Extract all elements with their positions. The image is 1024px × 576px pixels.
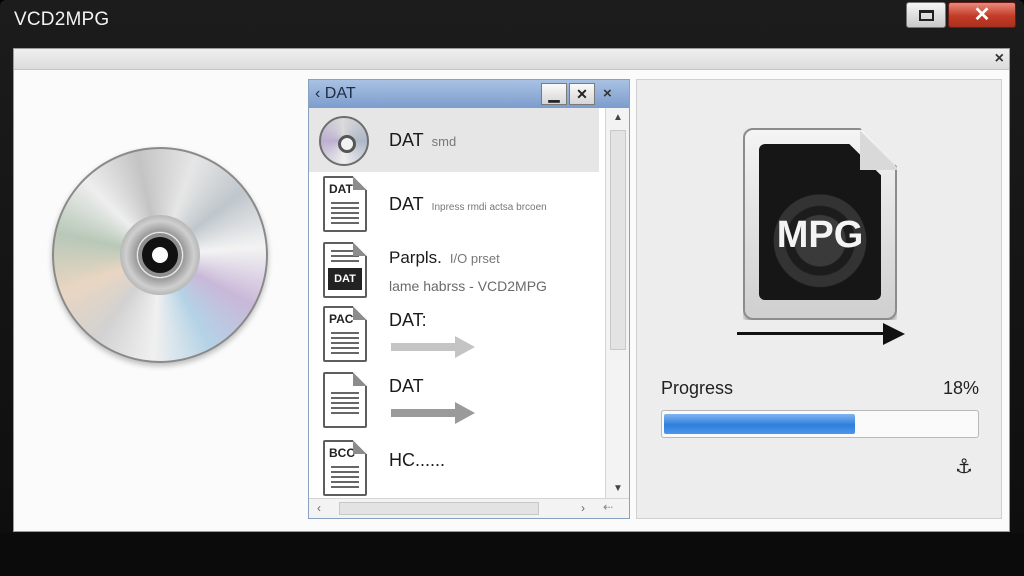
mpg-file-icon: MPG (743, 128, 897, 320)
convert-arrow-icon (737, 323, 909, 345)
close-button[interactable]: ✕ (948, 2, 1016, 28)
client-area: × ‹ DAT ▁ ✕ × DAT smd DAT DAT Inpress rm… (13, 48, 1010, 532)
bcc-file-icon: BCC (323, 440, 367, 496)
dat-dark-file-icon: DAT (323, 242, 367, 298)
maximize-button[interactable] (906, 2, 946, 28)
file-tag: BCC (329, 446, 355, 460)
vcd-disc-icon (52, 147, 268, 363)
client-toolbar: × (14, 49, 1009, 70)
converter-panel: MPG Progress 18% ⚓︎ (636, 79, 1002, 519)
window-title: VCD2MPG (14, 9, 110, 30)
progress-bar (661, 410, 979, 438)
list-item-title: HC...... (389, 450, 446, 470)
list-item[interactable]: DAT DAT Inpress rmdi actsa brcoen (309, 172, 599, 236)
scroll-left-icon[interactable]: ‹ (317, 501, 321, 515)
file-list-titlebar: ‹ DAT ▁ ✕ × (309, 80, 629, 108)
file-lines (331, 202, 359, 224)
horizontal-scroll-thumb[interactable] (339, 502, 539, 515)
scroll-right-icon[interactable]: › (581, 501, 585, 515)
file-list-window: ‹ DAT ▁ ✕ × DAT smd DAT DAT Inpress rmdi a… (308, 79, 630, 519)
file-tag: PAC (329, 312, 354, 326)
list-item[interactable]: DAT (309, 366, 599, 430)
disc-icon (319, 116, 369, 166)
pac-file-icon: PAC (323, 306, 367, 362)
list-item-title: Parpls. (389, 248, 442, 267)
vertical-scrollbar[interactable]: ▲ ▼ (605, 108, 629, 498)
list-item-subtitle: smd (431, 134, 457, 149)
disc-hole (152, 247, 168, 263)
file-lines (331, 250, 359, 262)
app-window: VCD2MPG ✕ × ‹ DAT ▁ ✕ × DAT smd DAT DAT … (0, 0, 1024, 576)
client-close-button[interactable]: × (995, 50, 1004, 68)
list-item-title: DAT (389, 194, 424, 214)
mpg-file-fold (860, 130, 897, 170)
file-lines (331, 392, 359, 414)
list-item[interactable]: BCC HC...... (309, 432, 599, 498)
mpg-label: MPG (776, 214, 864, 256)
vertical-scroll-thumb[interactable] (610, 130, 626, 350)
arrow-right-icon (391, 336, 477, 358)
list-item-subtitle: Inpress rmdi actsa brcoen (431, 202, 547, 213)
progress-label: Progress (661, 378, 734, 398)
file-lines (331, 332, 359, 354)
list-item-label: Parpls. I/O prset (389, 248, 500, 268)
scroll-up-icon[interactable]: ▲ (613, 112, 623, 123)
list-item-description: lame habrss - VCD2MPG (389, 278, 547, 294)
file-list-close-button[interactable]: ✕ (569, 83, 595, 105)
scroll-end-icon[interactable]: ⇠ (603, 500, 613, 514)
scroll-down-icon[interactable]: ▼ (613, 483, 623, 494)
file-icon (323, 372, 367, 428)
list-item[interactable]: PAC DAT: (309, 300, 599, 364)
file-tag: DAT (329, 182, 353, 196)
anchor-icon[interactable]: ⚓︎ (955, 454, 973, 479)
file-lines (331, 466, 359, 488)
list-item-title: DAT: (389, 310, 427, 330)
file-list-dismiss-button[interactable]: × (603, 85, 612, 102)
list-item[interactable]: DAT smd (309, 108, 599, 172)
window-bottom-border (0, 533, 1024, 576)
horizontal-scrollbar[interactable]: ‹ › ⇠ (309, 498, 629, 518)
file-list-minimize-button[interactable]: ▁ (541, 83, 567, 105)
list-item-title: DAT (389, 130, 424, 150)
list-item-label: DAT smd (389, 130, 456, 151)
file-tag: DAT (328, 268, 362, 290)
list-item[interactable]: DAT Parpls. I/O prset lame habrss - VCD2M… (309, 236, 599, 300)
progress-bar-fill (664, 414, 855, 434)
list-item-title: DAT (389, 376, 424, 396)
maximize-icon (919, 10, 934, 21)
arrow-right-icon (391, 402, 477, 424)
list-item-label: DAT Inpress rmdi actsa brcoen (389, 194, 547, 215)
file-list-title: ‹ DAT (315, 85, 356, 102)
progress-percent: 18% (942, 378, 979, 398)
list-item-subtitle: I/O prset (449, 251, 500, 266)
dat-file-icon: DAT (323, 176, 367, 232)
